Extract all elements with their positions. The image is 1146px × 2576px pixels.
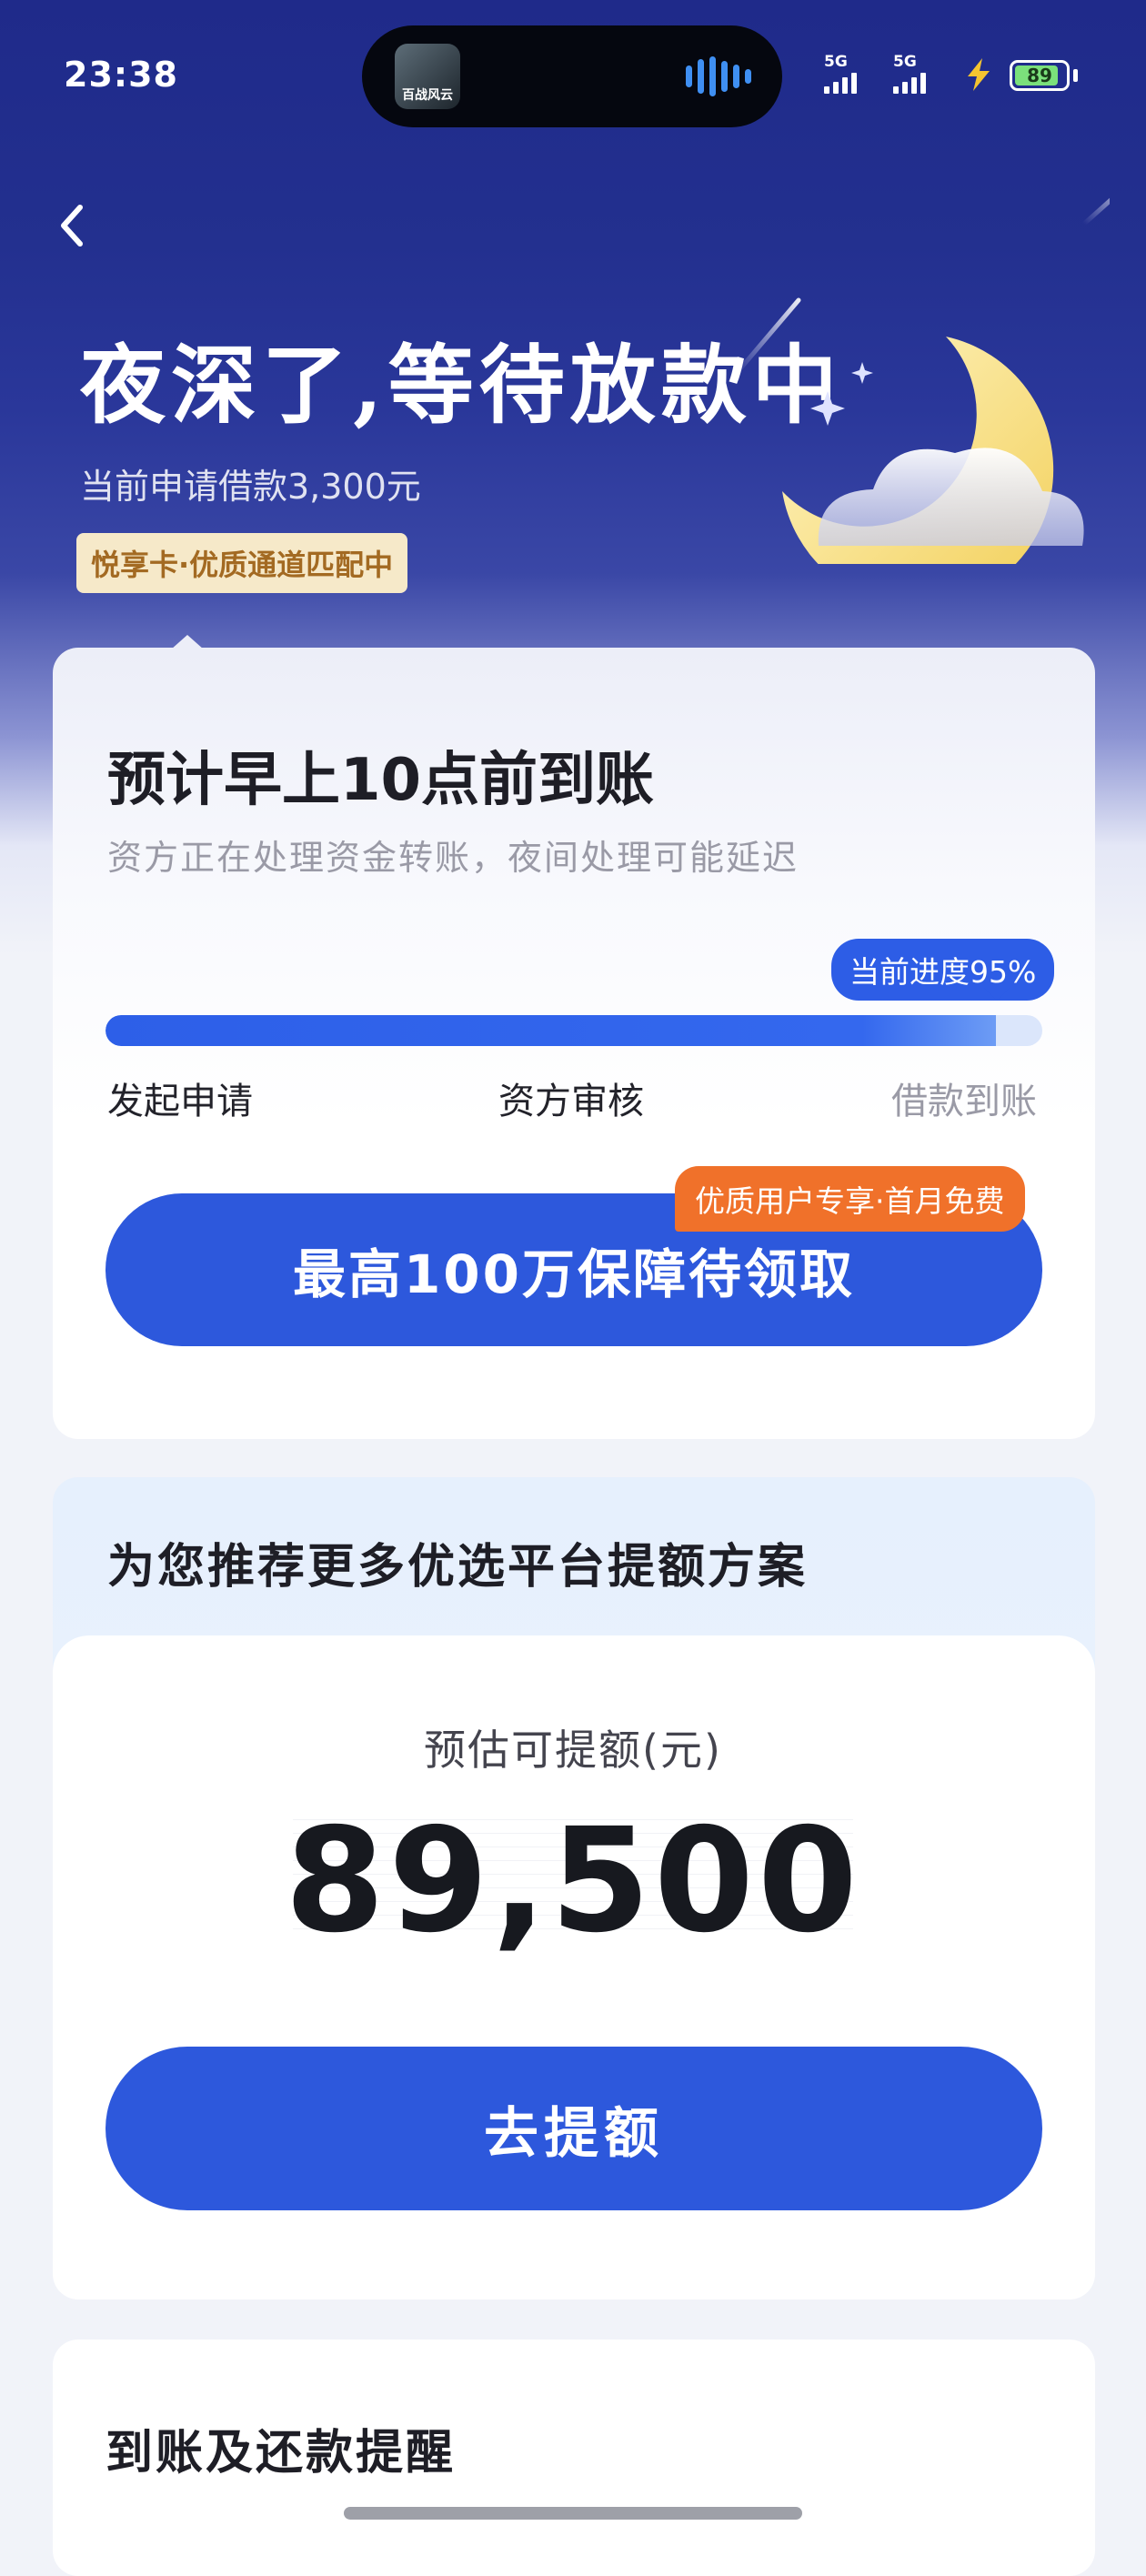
battery-tip	[1073, 69, 1078, 82]
island-app-thumbnail: 百战风云	[395, 44, 460, 109]
recommend-title: 为您推荐更多优选平台提额方案	[107, 1540, 809, 1595]
increase-limit-button[interactable]: 去提额	[106, 2047, 1042, 2210]
step-arrival: 借款到账	[891, 1081, 1037, 1122]
channel-tag: 悦享卡·优质通道匹配中	[76, 533, 408, 593]
audio-wave-icon	[686, 56, 751, 96]
home-indicator[interactable]	[344, 2507, 802, 2520]
charging-bolt-icon	[968, 58, 990, 91]
progress-fill	[106, 1015, 996, 1046]
battery-icon: 89	[1010, 60, 1070, 91]
status-time: 23:38	[64, 55, 178, 95]
progress-bubble-tip	[984, 988, 1010, 1001]
cellular-signal-1-icon: 5G	[824, 53, 857, 94]
step-apply: 发起申请	[107, 1081, 253, 1122]
reminder-title: 到账及还款提醒	[106, 2426, 457, 2480]
amount-label: 预估可提额(元)	[424, 1726, 722, 1775]
back-chevron-icon[interactable]	[51, 198, 96, 253]
card-pointer	[171, 635, 204, 649]
loan-amount-subtitle: 当前申请借款3,300元	[80, 467, 421, 507]
progress-bar	[106, 1015, 1042, 1046]
step-review: 资方审核	[498, 1081, 644, 1122]
credit-amount: 89,500	[285, 1797, 861, 1965]
promo-badge: 优质用户专享·首月免费	[675, 1166, 1025, 1232]
arrival-estimate-subtitle: 资方正在处理资金转账，夜间处理可能延迟	[107, 838, 799, 878]
dynamic-island[interactable]: 百战风云	[362, 25, 782, 127]
progress-bubble: 当前进度95%	[831, 939, 1055, 1001]
arrival-estimate-title: 预计早上10点前到账	[107, 747, 655, 814]
cellular-signal-2-icon: 5G	[893, 53, 926, 94]
moon-cloud-icon	[734, 197, 1110, 564]
